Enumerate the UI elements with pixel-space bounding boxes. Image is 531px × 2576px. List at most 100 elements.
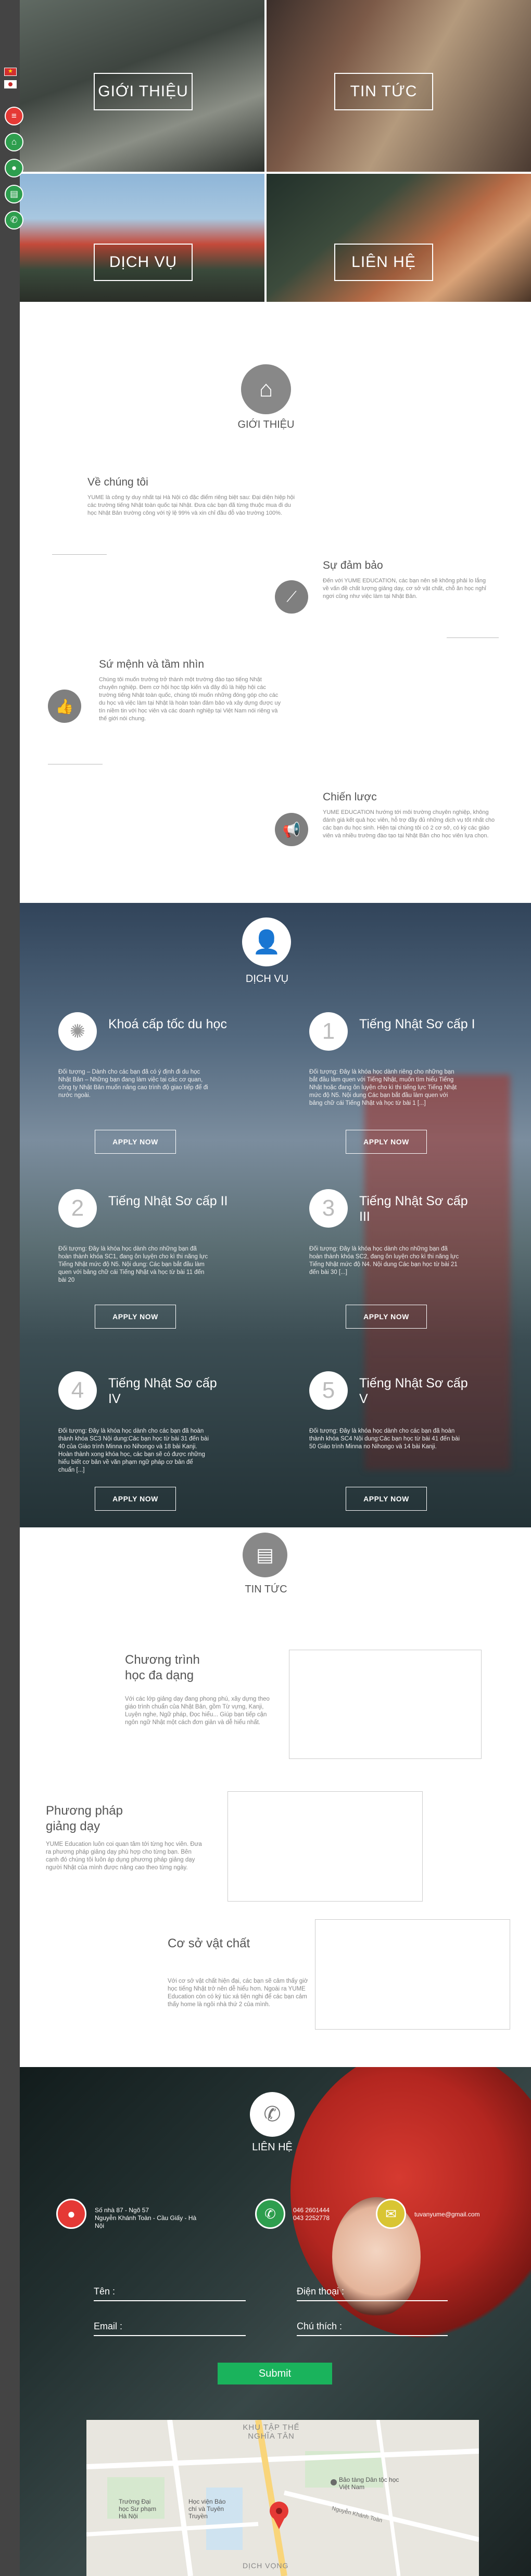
address-line: Số nhà 87 - Ngõ 57 <box>95 2207 149 2214</box>
tile-news-label[interactable]: TIN TỨC <box>334 73 433 110</box>
about-block-mission: Sứ mệnh và tầm nhìn Chúng tôi muốn trườn… <box>99 658 281 723</box>
tile-services-label[interactable]: DỊCH VỤ <box>94 244 193 281</box>
service-desc: Đối tượng: Đây là khóa học dành cho các … <box>58 1428 209 1473</box>
submit-button[interactable]: Submit <box>218 2363 332 2384</box>
service-number: 5 <box>309 1371 348 1410</box>
tile-intro[interactable]: GIỚI THIỆU <box>20 0 264 172</box>
service-name: Tiếng Nhật Sơ cấp V <box>359 1376 468 1406</box>
news-text: YUME Education luôn coi quan tâm tới từn… <box>46 1841 202 1871</box>
about-text: YUME EDUCATION hướng tới môi trường chuy… <box>323 809 495 839</box>
contact-email[interactable]: tuvanyume@gmail.com <box>414 2211 508 2218</box>
left-toolbar: ≡ ⌂ ● ▤ ✆ <box>0 0 23 2576</box>
apply-now-button[interactable]: APPLY NOW <box>95 1305 176 1329</box>
contact-address: Số nhà 87 - Ngõ 57 Nguyễn Khánh Toàn - C… <box>95 2207 199 2230</box>
services-title: DỊCH VỤ <box>245 973 289 985</box>
service-card: 4 Tiếng Nhật Sơ cấp IV Đối tượng: Đây là… <box>58 1371 230 1517</box>
about-heading: Chiến lược <box>323 791 377 803</box>
news-title: TIN TỨC <box>245 1584 287 1595</box>
news-heading[interactable]: Cơ sở vật chất <box>168 1936 261 1952</box>
apply-now-button[interactable]: APPLY NOW <box>346 1130 427 1154</box>
name-field[interactable] <box>94 2300 246 2301</box>
service-card: 2 Tiếng Nhật Sơ cấp II Đối tượng: Đây là… <box>58 1189 230 1335</box>
apply-now-button[interactable]: APPLY NOW <box>346 1487 427 1511</box>
phone-field[interactable] <box>297 2300 448 2301</box>
about-text: Đến với YUME EDUCATION, các bạn nên sẽ k… <box>323 578 486 600</box>
user-icon[interactable]: ● <box>5 159 23 177</box>
service-desc: Đối tượng: Đây là khóa học dành riêng ch… <box>309 1069 457 1106</box>
about-heading: Sự đảm bảo <box>323 559 383 571</box>
tile-contact[interactable]: LIÊN HỆ <box>267 174 531 302</box>
map-label: Trường Đại học Sư phạm Hà Nội <box>119 2498 157 2520</box>
home-icon[interactable]: ⌂ <box>5 133 23 151</box>
menu-icon[interactable]: ≡ <box>5 107 23 125</box>
about-block-us: Về chúng tôi YUME là công ty duy nhất tạ… <box>87 476 296 517</box>
apply-now-button[interactable]: APPLY NOW <box>95 1487 176 1511</box>
phone-icon: ✆ <box>255 2199 285 2229</box>
location-pin-icon: ● <box>56 2199 86 2229</box>
address-line: Nguyễn Khánh Toàn - Cầu Giấy - Hà Nội <box>95 2214 197 2229</box>
about-text: YUME là công ty duy nhất tại Hà Nội có đ… <box>87 494 295 516</box>
map-label: DỊCH VỌNG <box>243 2561 289 2570</box>
news-icon[interactable]: ▤ <box>5 185 23 203</box>
japan-flag-icon[interactable] <box>4 80 17 88</box>
contact-phones: 046 2601444 043 2252778 <box>293 2207 356 2222</box>
news-text: Với các lớp giảng dạy đang phong phú, xâ… <box>125 1696 270 1726</box>
service-card: 1 Tiếng Nhật Sơ cấp I Đối tượng: Đây là … <box>309 1012 481 1158</box>
contact-title: LIÊN HỆ <box>252 2141 293 2153</box>
background-parasol <box>290 2067 531 2338</box>
news-image[interactable] <box>227 1791 423 1902</box>
newspaper-icon: ▤ <box>243 1533 287 1577</box>
phone-label: Điện thoại : <box>297 2286 345 2297</box>
service-number: 1 <box>309 1012 348 1051</box>
service-desc: Đối tượng: Đây là khóa học dành cho nhữn… <box>309 1246 459 1276</box>
tile-news[interactable]: TIN TỨC <box>267 0 531 172</box>
message-label: Chú thích : <box>297 2321 343 2331</box>
chart-icon: ⟋ <box>275 580 308 614</box>
house-icon: ⌂ <box>241 364 291 414</box>
phone-icon[interactable]: ✆ <box>5 211 23 229</box>
about-block-guarantee: Sự đảm bảo Đến với YUME EDUCATION, các b… <box>323 559 489 601</box>
service-name: Khoá cấp tốc du học <box>108 1017 227 1031</box>
apply-now-button[interactable]: APPLY NOW <box>346 1305 427 1329</box>
service-number: 2 <box>58 1189 97 1228</box>
message-field[interactable] <box>297 2335 448 2336</box>
news-heading[interactable]: Chương trình học đa dạng <box>125 1652 219 1684</box>
service-name: Tiếng Nhật Sơ cấp I <box>359 1017 475 1031</box>
map-label-text: NGHĨA TÂN <box>248 2432 295 2441</box>
megaphone-icon: 📢 <box>275 813 308 846</box>
tile-intro-label[interactable]: GIỚI THIỆU <box>94 73 193 110</box>
phone-number[interactable]: 043 2252778 <box>293 2214 356 2222</box>
news-image[interactable] <box>289 1650 482 1759</box>
phone-icon: ✆ <box>250 2092 295 2137</box>
map-label: KHU TẬP THỂ NGHĨA TÂN <box>227 2423 315 2441</box>
service-name: Tiếng Nhật Sơ cấp IV <box>108 1376 217 1406</box>
phone-number[interactable]: 046 2601444 <box>293 2207 356 2214</box>
map-label: Học viện Báo chí và Tuyên Truyền <box>188 2498 226 2520</box>
news-text: Với cơ sở vật chất hiện đại, các bạn sẽ … <box>168 1978 308 2008</box>
vietnam-flag-icon[interactable] <box>4 68 17 76</box>
about-heading: Sứ mệnh và tầm nhìn <box>99 658 204 670</box>
flower-icon: ✺ <box>58 1012 97 1051</box>
about-heading: Về chúng tôi <box>87 476 148 488</box>
mail-icon: ✉ <box>376 2199 406 2229</box>
location-map[interactable]: KHU TẬP THỂ NGHĨA TÂN Bảo tàng Dân tộc h… <box>86 2420 479 2576</box>
apply-now-button[interactable]: APPLY NOW <box>95 1130 176 1154</box>
divider <box>52 554 107 555</box>
news-heading[interactable]: Phương pháp giảng dạy <box>46 1803 134 1834</box>
map-label-text: KHU TẬP THỂ <box>243 2423 300 2432</box>
tile-contact-label[interactable]: LIÊN HỆ <box>334 244 433 281</box>
email-field[interactable] <box>94 2335 246 2336</box>
person-icon: 👤 <box>242 917 291 966</box>
tile-services[interactable]: DỊCH VỤ <box>20 174 264 302</box>
map-label: Bảo tàng Dân tộc học Việt Nam <box>339 2476 399 2491</box>
service-desc: Đối tượng: Đây là khóa học dành cho nhữn… <box>58 1246 208 1283</box>
about-title: GIỚI THIỆU <box>237 419 295 430</box>
service-desc: Đối tượng – Dành cho các bạn đã có ý địn… <box>58 1069 208 1099</box>
service-desc: Đối tượng: Đây là khóa học dành cho các … <box>309 1428 460 1450</box>
thumbs-up-icon: 👍 <box>48 690 81 723</box>
service-name: Tiếng Nhật Sơ cấp III <box>359 1194 468 1224</box>
service-card: 5 Tiếng Nhật Sơ cấp V Đối tượng: Đây là … <box>309 1371 481 1517</box>
service-card: 3 Tiếng Nhật Sơ cấp III Đối tượng: Đây l… <box>309 1189 481 1335</box>
service-number: 4 <box>58 1371 97 1410</box>
news-image[interactable] <box>315 1919 510 2030</box>
